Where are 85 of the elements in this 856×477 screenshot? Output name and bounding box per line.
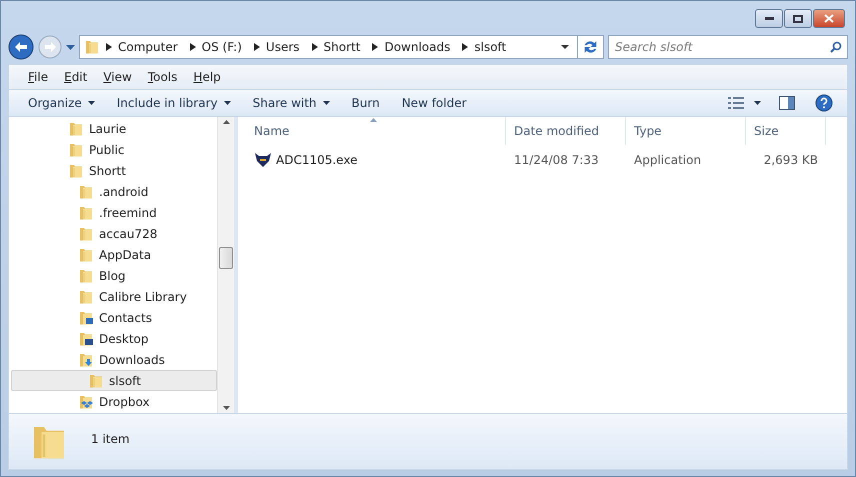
- dropdown-caret-icon: [224, 101, 231, 105]
- dropdown-caret-icon: [88, 101, 95, 105]
- toolbar-button[interactable]: Share with: [242, 91, 341, 115]
- view-options-icon[interactable]: [728, 97, 744, 109]
- tree-item[interactable]: Laurie: [11, 118, 217, 139]
- minimize-icon: [764, 17, 774, 20]
- dropbox-folder-icon: [78, 394, 94, 410]
- chevron-icon[interactable]: [190, 43, 196, 51]
- scroll-thumb[interactable]: [219, 247, 233, 269]
- tree-item[interactable]: .freemind: [11, 202, 217, 223]
- scroll-up-icon[interactable]: [222, 120, 230, 124]
- tree-item[interactable]: Downloads: [11, 349, 217, 370]
- tree-item[interactable]: Desktop: [11, 328, 217, 349]
- history-dropdown-icon[interactable]: [66, 44, 75, 50]
- folder-icon: [78, 246, 94, 262]
- breadcrumb[interactable]: OS (F:): [196, 40, 248, 54]
- back-button[interactable]: [8, 34, 34, 60]
- minimize-button[interactable]: [755, 9, 783, 28]
- menu-item[interactable]: View: [96, 70, 139, 84]
- preview-pane-icon[interactable]: [779, 96, 795, 110]
- downloads-folder-icon: [78, 352, 94, 368]
- date-modified: 11/24/08 7:33: [513, 153, 600, 167]
- tree-item[interactable]: Public: [11, 139, 217, 160]
- column-header[interactable]: Size: [746, 117, 826, 145]
- menu-item[interactable]: File: [21, 70, 56, 84]
- toolbar-button[interactable]: New folder: [390, 91, 478, 115]
- tree-item[interactable]: Calibre Library: [11, 286, 217, 307]
- folder-icon: [78, 204, 94, 220]
- search-field[interactable]: Search slsoft: [608, 35, 848, 59]
- tree-item[interactable]: Shortt: [11, 160, 217, 181]
- breadcrumb[interactable]: Computer: [112, 40, 184, 54]
- tree-item[interactable]: Contacts: [11, 307, 217, 328]
- column-header[interactable]: Name: [246, 117, 506, 145]
- item-count: 1 item: [91, 432, 130, 446]
- chevron-icon[interactable]: [254, 43, 260, 51]
- scroll-down-icon[interactable]: [222, 406, 230, 410]
- folder-icon: [78, 226, 94, 242]
- dropdown-caret-icon[interactable]: [754, 101, 761, 105]
- menu-item[interactable]: Help: [186, 70, 228, 84]
- folder-icon: [78, 268, 94, 284]
- breadcrumb[interactable]: Users: [260, 40, 306, 54]
- breadcrumb[interactable]: Downloads: [378, 40, 456, 54]
- chevron-icon[interactable]: [462, 43, 468, 51]
- folder-icon: [68, 162, 84, 178]
- tree-item[interactable]: .android: [11, 181, 217, 202]
- maximize-button[interactable]: [784, 9, 812, 28]
- folder-icon: [78, 288, 94, 304]
- toolbar-button[interactable]: Organize: [17, 91, 106, 115]
- toolbar-button[interactable]: Burn: [340, 91, 391, 115]
- dropdown-caret-icon[interactable]: [561, 45, 569, 49]
- column-header[interactable]: Type: [626, 117, 746, 145]
- search-icon[interactable]: [830, 41, 842, 53]
- breadcrumb[interactable]: Shortt: [318, 40, 366, 54]
- tree-item[interactable]: Dropbox: [11, 391, 217, 412]
- tree-item[interactable]: accau728: [11, 223, 217, 244]
- menu-item[interactable]: Edit: [57, 70, 94, 84]
- chevron-icon[interactable]: [312, 43, 318, 51]
- scrollbar[interactable]: [217, 117, 234, 413]
- close-icon: [824, 14, 834, 23]
- toolbar-button[interactable]: Include in library: [106, 91, 242, 115]
- close-button[interactable]: [813, 9, 845, 28]
- folder-icon: [84, 39, 100, 55]
- help-icon[interactable]: [815, 94, 833, 112]
- file-type: Application: [633, 153, 702, 167]
- desktop-folder-icon: [78, 330, 94, 346]
- sort-arrow-icon: [370, 118, 378, 122]
- chevron-icon[interactable]: [106, 43, 112, 51]
- tree-item[interactable]: slsoft: [11, 370, 217, 391]
- contacts-folder-icon: [78, 310, 94, 326]
- tree-item[interactable]: Blog: [11, 265, 217, 286]
- chevron-icon[interactable]: [372, 43, 378, 51]
- folder-icon: [88, 372, 104, 388]
- folder-icon: [78, 184, 94, 200]
- address-bar[interactable]: Computer OS (F:) Users Shortt Downloads slsoft: [79, 35, 604, 59]
- column-header[interactable]: Date modified: [506, 117, 626, 145]
- file-name[interactable]: ADC1105.exe: [246, 152, 506, 168]
- folder-icon: [68, 120, 84, 136]
- menu-item[interactable]: Tools: [140, 70, 184, 84]
- application-icon: [254, 152, 272, 168]
- breadcrumb[interactable]: slsoft: [468, 40, 512, 54]
- dropdown-caret-icon: [322, 101, 330, 105]
- folder-icon: [68, 142, 84, 158]
- tree-item[interactable]: AppData: [11, 244, 217, 265]
- maximize-icon: [793, 14, 803, 22]
- file-size: 2,693 KB: [762, 153, 819, 167]
